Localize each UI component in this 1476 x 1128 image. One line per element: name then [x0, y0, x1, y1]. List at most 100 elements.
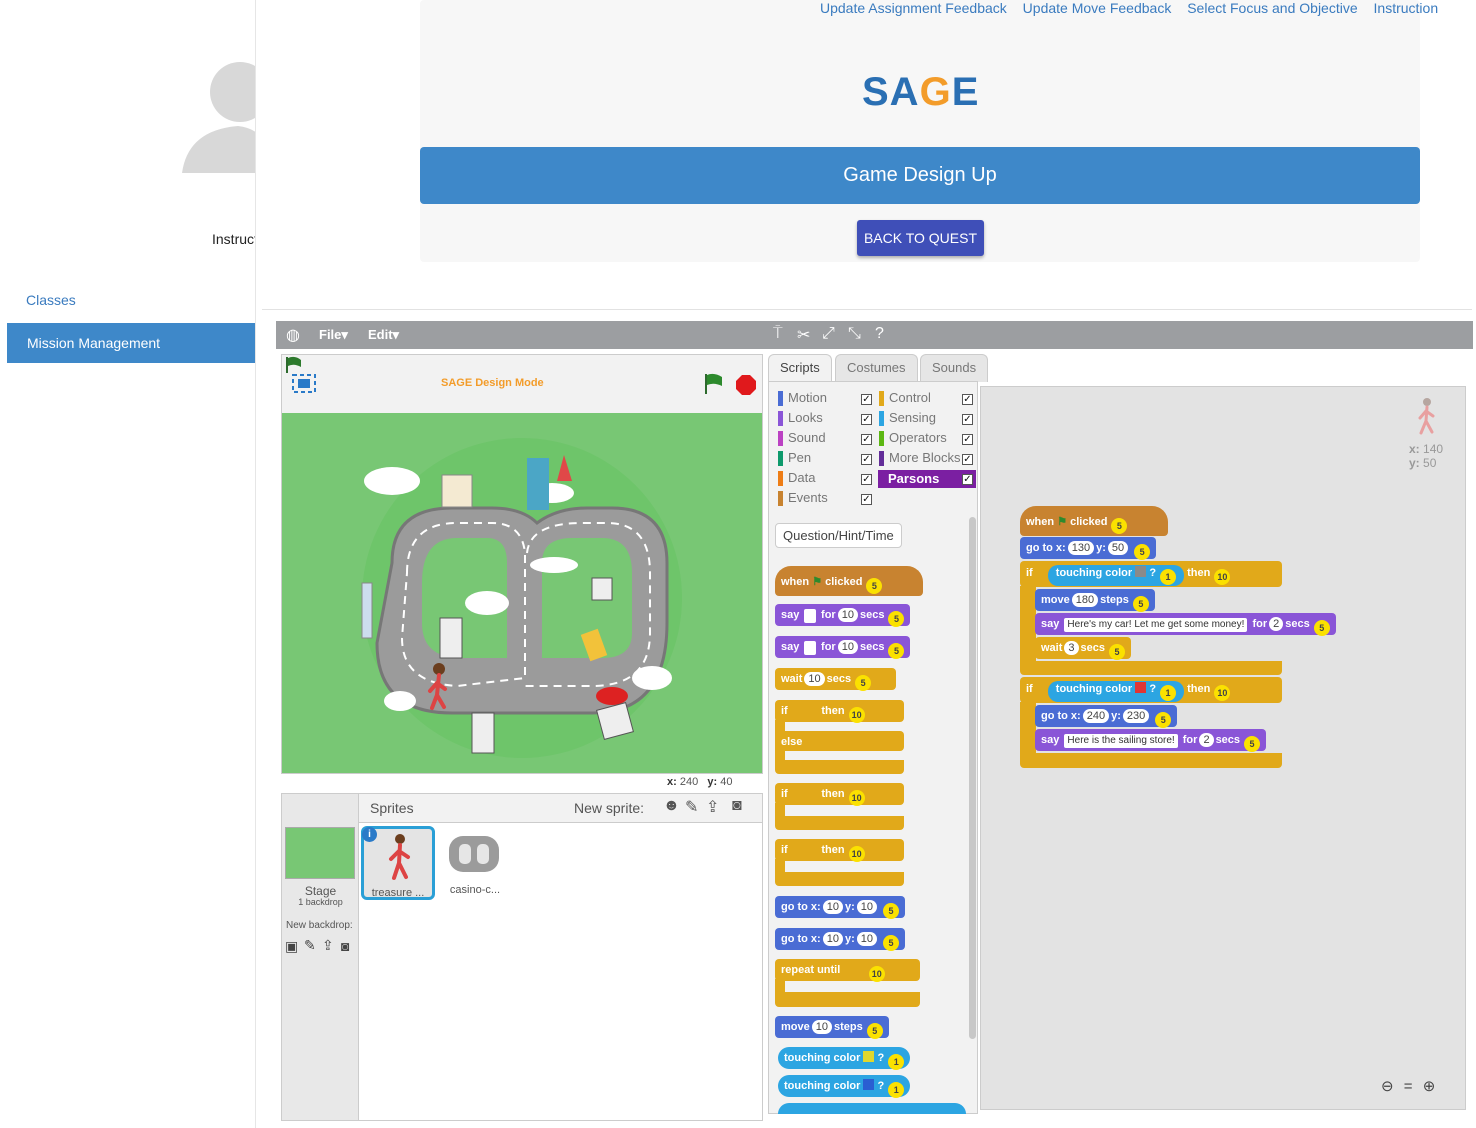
stage-coordinates: x: 240 y: 40 [667, 776, 732, 788]
nav-instruction[interactable]: Instruction [1374, 0, 1439, 16]
palette-block-if-else[interactable]: if then 10 [775, 700, 904, 723]
palette-block-if-then[interactable]: if then 10 [775, 839, 904, 862]
help-icon[interactable]: ? [875, 325, 884, 343]
zoom-reset-icon[interactable]: = [1404, 1078, 1413, 1095]
edit-menu[interactable]: Edit▾ [368, 327, 399, 343]
sprite-position-readout: x: 140 y: 50 [1409, 442, 1444, 470]
palette-block-go-to-xy[interactable]: go to x: 10 y: 10 5 [775, 896, 905, 919]
control-checkbox[interactable]: ✓ [962, 394, 973, 405]
block-c-foot [775, 816, 904, 830]
camera-icon[interactable]: ◙ [732, 797, 742, 815]
question-hint-time-button[interactable]: Question/Hint/Time [775, 523, 902, 548]
upload-icon[interactable]: ⇪ [706, 797, 719, 817]
flag-icon: ⚑ [812, 576, 823, 588]
nav-select-focus-objective[interactable]: Select Focus and Objective [1187, 0, 1357, 16]
instructor-label: Instruct [212, 231, 256, 247]
grow-icon[interactable]: ⤢ [822, 325, 835, 343]
operators-checkbox[interactable]: ✓ [962, 434, 973, 445]
sensing-checkbox[interactable]: ✓ [962, 414, 973, 425]
tab-scripts[interactable]: Scripts [768, 354, 832, 382]
looks-checkbox[interactable]: ✓ [861, 414, 872, 425]
green-flag-icon[interactable] [702, 372, 726, 396]
new-sprite-label: New sprite: [574, 800, 645, 816]
data-checkbox[interactable]: ✓ [861, 474, 872, 485]
category-pen[interactable]: Pen [778, 450, 811, 466]
palette-scrollbar[interactable] [969, 517, 976, 1039]
stage-thumbnail[interactable] [285, 827, 355, 879]
category-motion[interactable]: Motion [778, 390, 827, 406]
palette-block-say-for-secs[interactable]: say for 10 secs 5 [775, 636, 911, 659]
tab-costumes[interactable]: Costumes [835, 354, 918, 382]
sprites-header: Sprites New sprite: ☻ ✎ ⇪ ◙ [359, 794, 762, 823]
backdrop-paint-icon[interactable]: ✎ [304, 937, 316, 954]
duplicate-icon[interactable]: ⍑ [773, 325, 783, 343]
backdrop-library-icon[interactable]: ▣ [285, 938, 298, 955]
more-blocks-checkbox[interactable]: ✓ [962, 454, 973, 465]
category-data[interactable]: Data [778, 470, 815, 486]
stage-canvas[interactable] [282, 413, 762, 773]
sidebar-item-mission-management[interactable]: Mission Management [7, 323, 255, 363]
zoom-out-icon[interactable]: ⊖ [1381, 1078, 1394, 1095]
palette-block-say-for-secs[interactable]: say for 10 secs 5 [775, 604, 911, 627]
globe-icon[interactable]: ◍ [286, 325, 300, 345]
script-block-say-sailing[interactable]: say Here is the sailing store! for 2 secs 5 [1035, 729, 1267, 752]
backdrop-camera-icon[interactable]: ◙ [341, 938, 349, 954]
palette-block-touching-color[interactable]: touching color ? 1 [778, 1047, 911, 1070]
coord-y-value: 40 [720, 776, 733, 788]
logo-text-e: E [951, 70, 980, 114]
new-backdrop-label: New backdrop: [286, 920, 353, 931]
nav-update-assignment-feedback[interactable]: Update Assignment Feedback [820, 0, 1007, 16]
script-block-go-to-xy[interactable]: go to x: 130 y: 50 5 [1020, 537, 1157, 560]
block-c-foot [775, 992, 920, 1007]
category-looks[interactable]: Looks [778, 410, 823, 426]
script-block-go-to-xy[interactable]: go to x: 240 y: 230 5 [1035, 705, 1178, 728]
script-block-say-money[interactable]: say Here's my car! Let me get some money… [1035, 613, 1336, 636]
sprites-title: Sprites [370, 800, 414, 816]
sound-checkbox[interactable]: ✓ [861, 434, 872, 445]
classes-link[interactable]: Classes [26, 292, 76, 308]
category-operators[interactable]: Operators [879, 430, 947, 446]
sprite-name: treasure ... [371, 887, 425, 899]
motion-checkbox[interactable]: ✓ [861, 394, 872, 405]
nav-update-move-feedback[interactable]: Update Move Feedback [1023, 0, 1172, 16]
events-checkbox[interactable]: ✓ [861, 494, 872, 505]
category-sensing[interactable]: Sensing [879, 410, 936, 426]
paint-brush-icon[interactable]: ✎ [685, 797, 698, 817]
palette-block-if-then[interactable]: if then 10 [775, 783, 904, 806]
stage-scene-image [361, 438, 682, 758]
script-block-wait[interactable]: wait 3 secs 5 [1035, 637, 1132, 660]
script-block-move-steps[interactable]: move 180 steps 5 [1035, 589, 1155, 612]
category-more-blocks[interactable]: More Blocks [879, 450, 961, 466]
palette-block-move-steps[interactable]: move 10 steps 5 [775, 1016, 889, 1039]
top-nav: Update Assignment Feedback Update Move F… [808, 0, 1438, 18]
backdrop-upload-icon[interactable]: ⇪ [322, 937, 334, 954]
palette-block-touching-color[interactable]: touching color ? 1 [778, 1075, 911, 1098]
script-block-if-touching-red[interactable]: if touching color ? 1 then 10 [1020, 677, 1282, 703]
block-c-foot [775, 872, 904, 886]
zoom-in-icon[interactable]: ⊕ [1423, 1078, 1436, 1095]
category-sound[interactable]: Sound [778, 430, 826, 446]
palette-block-repeat-until[interactable]: repeat until 10 [775, 959, 920, 982]
presentation-mode-icon[interactable] [283, 355, 323, 397]
palette-block-color-touching-partial[interactable] [778, 1103, 966, 1114]
palette-block-else-label: else [775, 731, 904, 751]
palette-block-wait[interactable]: wait 10 secs 5 [775, 668, 896, 691]
sprite-library-icon[interactable]: ☻ [663, 797, 680, 815]
file-menu[interactable]: File▾ [319, 327, 348, 343]
pen-checkbox[interactable]: ✓ [861, 454, 872, 465]
category-events[interactable]: Events [778, 490, 828, 506]
parsons-checkbox[interactable]: ✓ [962, 474, 973, 485]
back-to-quest-button[interactable]: BACK TO QUEST [857, 220, 984, 256]
script-block-if-touching-gray[interactable]: if touching color ? 1 then 10 [1020, 561, 1282, 587]
info-icon[interactable]: i [362, 827, 377, 842]
sprite-tile-casino[interactable]: casino-c... [440, 826, 514, 900]
tab-sounds[interactable]: Sounds [920, 354, 989, 382]
palette-block-when-flag-clicked[interactable]: when ⚑ clicked 5 [775, 566, 923, 596]
palette-block-go-to-xy[interactable]: go to x: 10 y: 10 5 [775, 928, 905, 951]
cut-icon[interactable]: ✂ [797, 325, 810, 345]
script-block-when-flag-clicked[interactable]: when ⚑ clicked 5 [1020, 506, 1168, 536]
stop-icon[interactable] [735, 374, 757, 396]
sprite-tile-treasure[interactable]: i treasure ... [361, 826, 435, 900]
category-control[interactable]: Control [879, 390, 931, 406]
shrink-icon[interactable]: ⤡ [848, 325, 861, 343]
